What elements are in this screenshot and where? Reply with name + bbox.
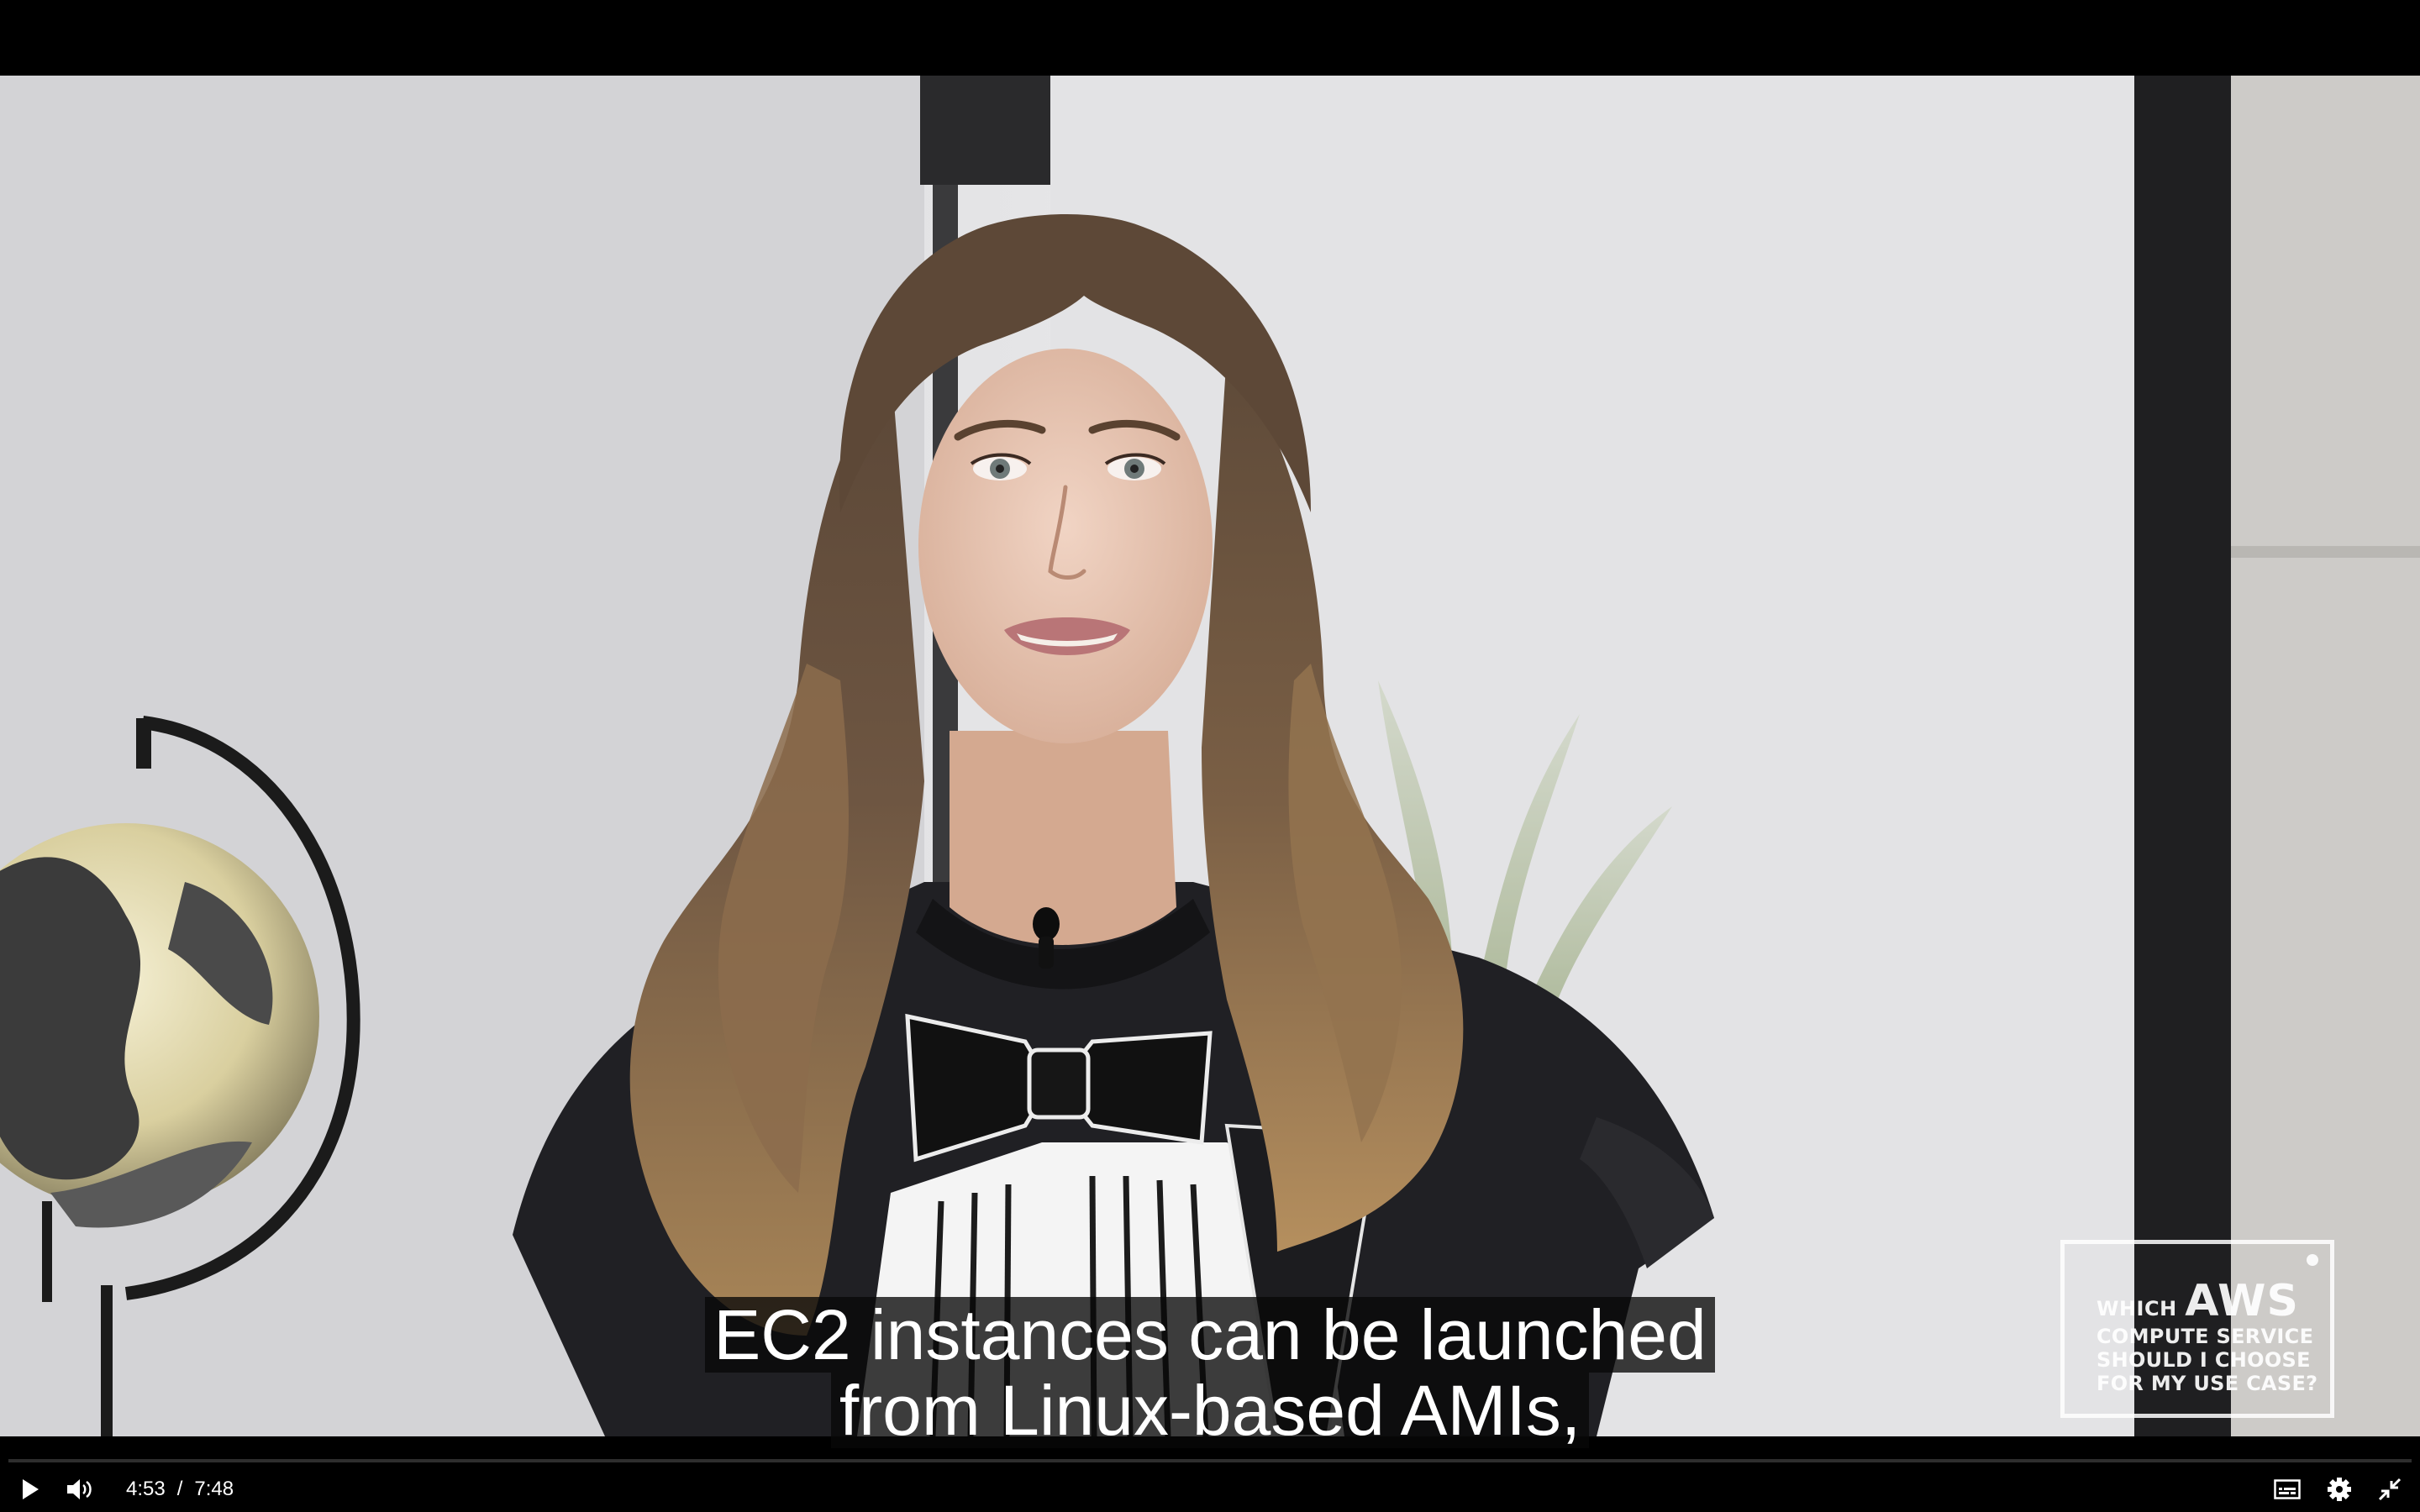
volume-icon <box>67 1479 92 1499</box>
watermark-aws-logo: AWS <box>2185 1276 2299 1326</box>
play-icon <box>23 1479 39 1499</box>
settings-icon <box>2328 1478 2351 1501</box>
watermark-which-text: WHICH <box>2096 1297 2177 1320</box>
video-frame[interactable]: WHICH AWS COMPUTE SERVICE SHOULD I CHOOS… <box>0 76 2420 1436</box>
watermark-line-4: FOR MY USE CASE? <box>2096 1372 2318 1395</box>
duration: 7:48 <box>194 1478 234 1500</box>
volume-button[interactable] <box>62 1468 99 1510</box>
time-separator: / <box>176 1478 183 1500</box>
video-player[interactable]: WHICH AWS COMPUTE SERVICE SHOULD I CHOOS… <box>0 0 2420 1512</box>
exit-fullscreen-icon <box>2378 1478 2402 1501</box>
current-time: 4:53 <box>126 1478 166 1500</box>
captions-icon <box>2274 1479 2301 1499</box>
watermark-line-3: SHOULD I CHOOSE <box>2096 1348 2311 1372</box>
progress-bar[interactable] <box>8 1459 2412 1462</box>
watermark-line-2: COMPUTE SERVICE <box>2096 1325 2314 1348</box>
control-bar: 4:53 / 7:48 <box>0 1468 2420 1510</box>
play-button[interactable] <box>15 1468 45 1510</box>
time-display: 4:53 / 7:48 <box>126 1468 234 1510</box>
video-scene-image <box>0 76 2420 1436</box>
watermark-dot-icon <box>2307 1254 2318 1266</box>
captions-button[interactable] <box>2270 1468 2304 1510</box>
channel-watermark: WHICH AWS COMPUTE SERVICE SHOULD I CHOOS… <box>2060 1240 2334 1418</box>
exit-fullscreen-button[interactable] <box>2373 1468 2407 1510</box>
settings-button[interactable] <box>2323 1468 2356 1510</box>
